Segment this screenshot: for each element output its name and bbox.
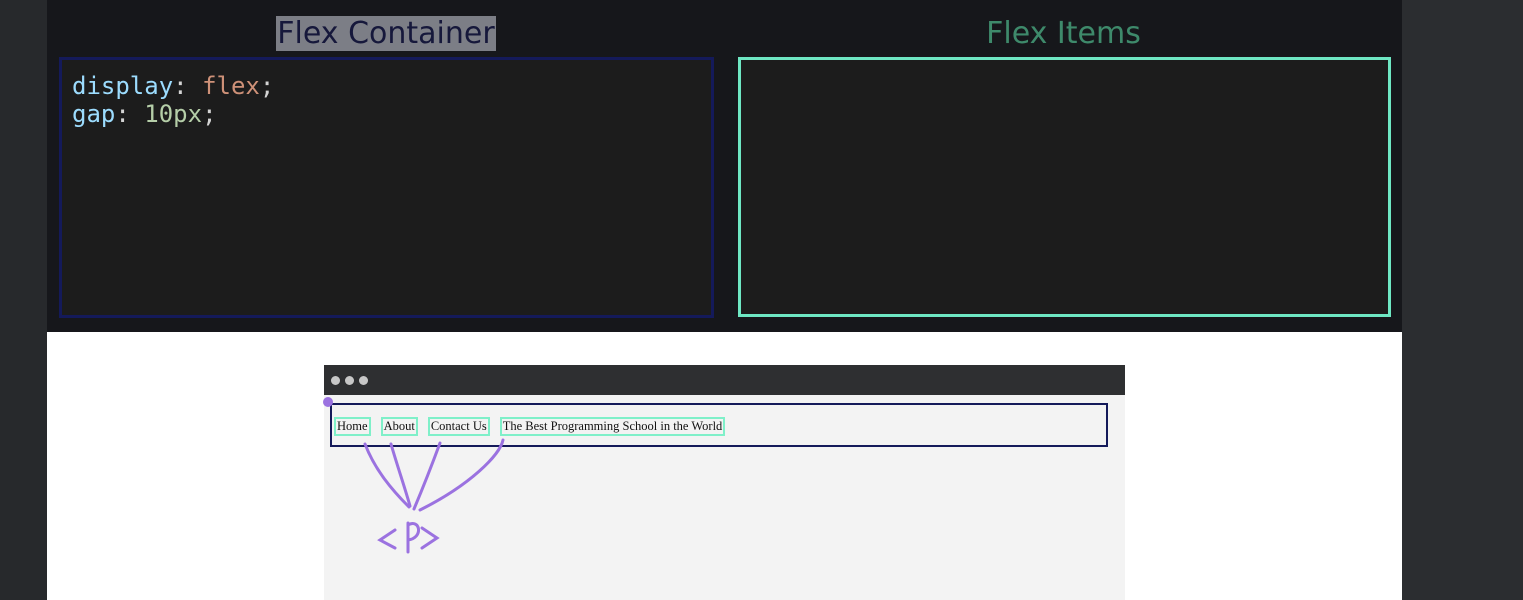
annotation-lines <box>363 438 505 554</box>
drag-handle-dot[interactable] <box>323 397 333 407</box>
handwritten-annotation <box>323 397 505 554</box>
